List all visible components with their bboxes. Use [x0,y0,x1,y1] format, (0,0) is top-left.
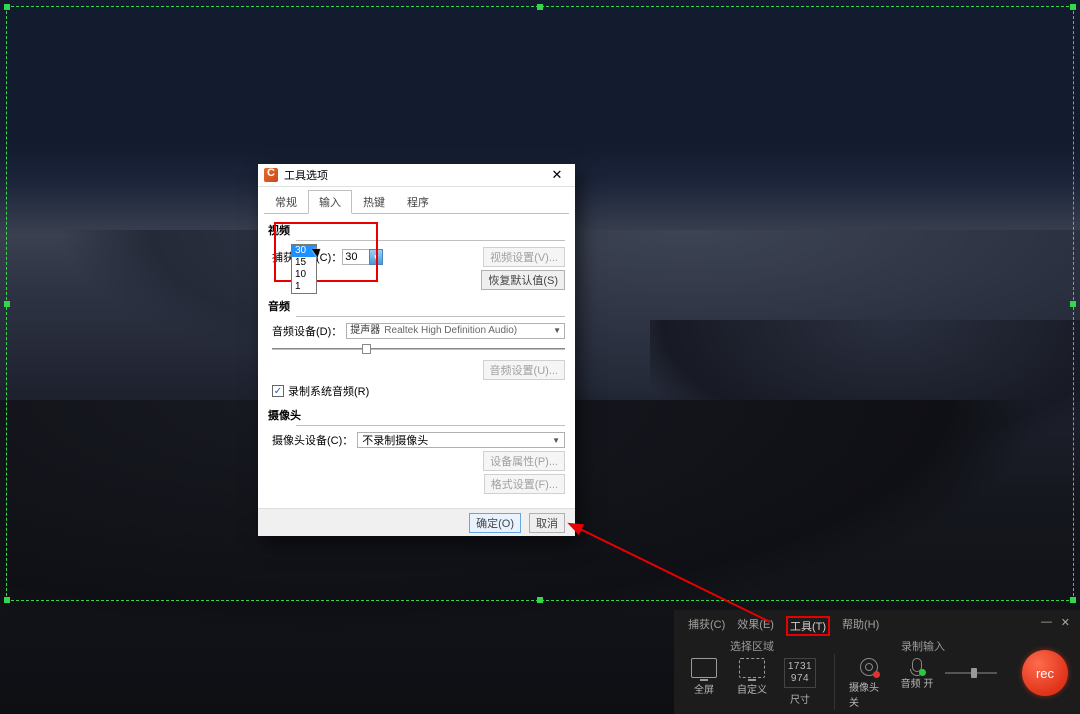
menu-capture[interactable]: 捕获(C) [688,616,725,636]
monitor-icon [691,658,717,678]
camera-device-select[interactable]: 不录制摄像头 ▼ [357,432,565,448]
custom-region-icon [739,658,765,678]
panel-minimize-button[interactable]: — [1041,616,1052,628]
audio-toggle-button[interactable]: 音频 开 [897,658,937,690]
group-inputs-title: 录制输入 [849,638,997,654]
tab-program[interactable]: 程序 [396,190,440,214]
chevron-down-icon: ▼ [553,324,561,338]
camera-device-label: 摄像头设备(C)： [272,432,353,448]
record-button[interactable]: rec [1022,650,1068,696]
status-off-icon [873,671,880,678]
recorder-toolbar: 捕获(C) 效果(E) 工具(T) 帮助(H) — ✕ 选择区域 全屏 自定义 … [674,610,1080,714]
group-area-title: 选择区域 [684,638,820,654]
fullscreen-button[interactable]: 全屏 [684,658,724,696]
menu-tools[interactable]: 工具(T) [786,616,830,636]
status-on-icon [919,669,926,676]
cancel-button[interactable]: 取消 [529,513,565,533]
capture-framerate-value[interactable]: 30 [342,249,370,265]
menu-help[interactable]: 帮助(H) [842,616,879,636]
audio-device-select[interactable]: 提声器 Realtek High Definition Audio) ▼ [346,323,565,339]
capture-framerate-dropdown[interactable]: 30 15 10 1 [291,244,317,294]
device-properties-button[interactable]: 设备属性(P)... [483,451,565,471]
restore-defaults-button[interactable]: 恢复默认值(S) [481,270,565,290]
dimension-width: 1731 [788,661,812,673]
dimension-height: 974 [791,673,809,685]
video-settings-button[interactable]: 视频设置(V)... [483,247,565,267]
format-settings-button[interactable]: 格式设置(F)... [484,474,565,494]
camera-toggle-button[interactable]: 摄像头 关 [849,658,889,709]
framerate-option-15[interactable]: 15 [292,257,316,269]
tool-options-dialog: 工具选项 ✕ 常规 输入 热键 程序 视频 捕获帧率(C)： 30▾ 视频设置(… [258,164,575,536]
tab-general[interactable]: 常规 [264,190,308,214]
audio-settings-button[interactable]: 音频设置(U)... [483,360,565,380]
capture-framerate-dropdown-button[interactable]: ▾ [369,249,383,265]
panel-close-button[interactable]: ✕ [1061,616,1070,629]
section-video-title: 视频 [268,222,565,238]
panel-volume-slider[interactable] [945,672,997,674]
framerate-option-1[interactable]: 1 [292,281,316,293]
dialog-close-button[interactable]: ✕ [545,167,569,183]
tab-input[interactable]: 输入 [308,190,352,214]
tab-hotkey[interactable]: 热键 [352,190,396,214]
record-system-audio-checkbox[interactable] [272,385,284,397]
section-audio-title: 音频 [268,298,565,314]
dimensions-button[interactable]: 1731 974 尺寸 [780,658,820,706]
chevron-down-icon: ▼ [552,436,560,445]
ok-button[interactable]: 确定(O) [469,513,521,533]
section-camera-title: 摄像头 [268,407,565,423]
audio-volume-slider[interactable] [272,342,565,356]
custom-region-button[interactable]: 自定义 [732,658,772,696]
menu-effects[interactable]: 效果(E) [737,616,774,636]
dialog-title: 工具选项 [284,167,545,183]
app-logo [264,168,278,182]
framerate-option-30[interactable]: 30 [292,245,316,257]
audio-device-label: 音频设备(D)： [272,323,342,339]
framerate-option-10[interactable]: 10 [292,269,316,281]
record-system-audio-label: 录制系统音频(R) [288,383,369,399]
